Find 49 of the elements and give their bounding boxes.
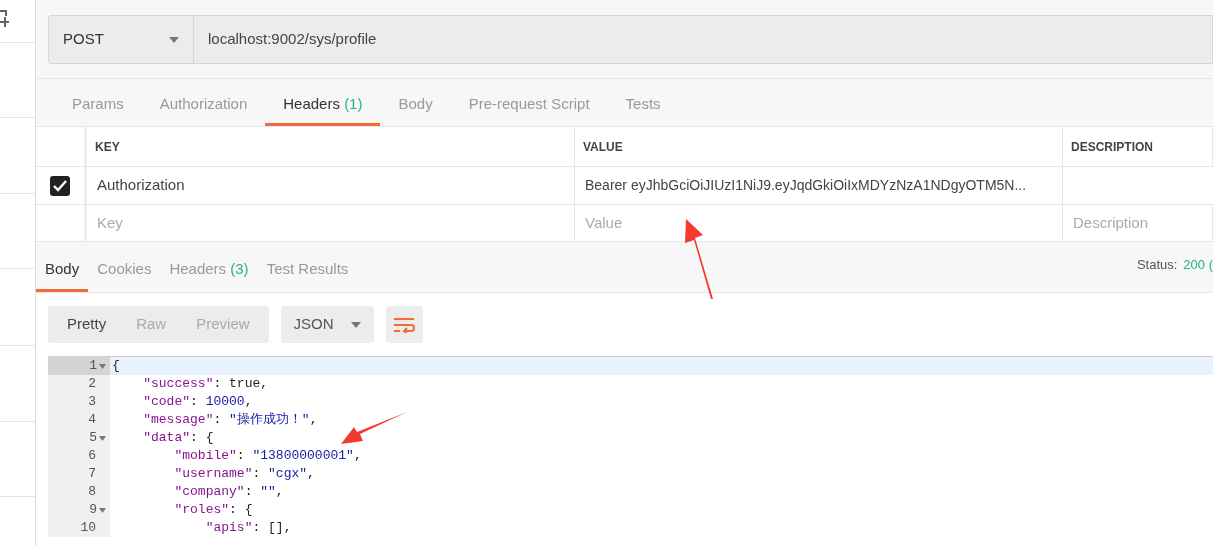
view-mode-tab[interactable]: Pretty xyxy=(52,306,122,343)
tab[interactable]: Authorization xyxy=(141,92,266,126)
code-line: "data": { xyxy=(142,429,214,448)
fold-caret-icon[interactable] xyxy=(99,507,106,513)
code-line: "company": "", xyxy=(173,483,284,502)
fold-caret-icon[interactable] xyxy=(99,435,106,441)
code-line: "roles": { xyxy=(173,501,253,520)
code-line: "username": "cgx", xyxy=(173,465,315,484)
tab[interactable]: Tests xyxy=(607,92,679,126)
caret-icon xyxy=(350,321,361,328)
format-dropdown[interactable]: JSON xyxy=(280,306,374,343)
fold-caret-icon[interactable] xyxy=(99,363,106,369)
tab[interactable]: Test Results xyxy=(257,257,358,292)
tab[interactable]: Body xyxy=(380,92,451,126)
status-label: Status: xyxy=(1136,255,1178,274)
code-line: "message": "操作成功！", xyxy=(142,411,318,430)
input-field[interactable]: Key xyxy=(87,205,575,241)
column-header: DESCRIPTION xyxy=(1063,127,1213,166)
tab[interactable]: Headers (3) xyxy=(160,257,258,292)
view-mode-tab[interactable]: Raw xyxy=(121,306,182,343)
tab[interactable]: Cookies xyxy=(88,257,161,292)
view-mode-tab[interactable]: Preview xyxy=(181,306,265,343)
line-number: 1 xyxy=(89,357,97,376)
add-icon[interactable] xyxy=(0,8,10,28)
line-number: 8 xyxy=(88,483,96,502)
code-line: "mobile": "13800000001", xyxy=(173,447,362,466)
wrap-icon xyxy=(393,316,416,333)
line-number: 3 xyxy=(88,393,96,412)
column-header: VALUE xyxy=(575,127,1063,166)
line-number: 4 xyxy=(88,411,96,430)
wrap-lines-button[interactable] xyxy=(385,306,423,343)
line-number: 6 xyxy=(88,447,96,466)
line-number: 5 xyxy=(89,429,97,448)
column-header: KEY xyxy=(87,127,575,166)
table-cell[interactable]: Bearer eyJhbGciOiJIUzI1NiJ9.eyJqdGkiOiIxMDYzNzA1NDgyOTM5N... xyxy=(575,167,1063,204)
tab[interactable]: Params xyxy=(54,92,142,126)
status-value: 200 ( xyxy=(1183,255,1213,274)
line-number: 9 xyxy=(89,501,97,520)
code-line: "success": true, xyxy=(142,375,269,394)
line-number: 10 xyxy=(80,519,96,538)
table-cell[interactable]: Authorization xyxy=(87,167,575,204)
code-line: "apis": [], xyxy=(204,519,292,538)
checkbox[interactable] xyxy=(50,175,70,196)
input-field[interactable]: Description xyxy=(1063,205,1213,241)
code-line: { xyxy=(111,357,120,376)
code-line: "code": 10000, xyxy=(142,393,253,412)
line-number: 2 xyxy=(88,375,96,394)
line-number: 7 xyxy=(88,465,96,484)
tab[interactable]: Pre-request Script xyxy=(450,92,608,126)
